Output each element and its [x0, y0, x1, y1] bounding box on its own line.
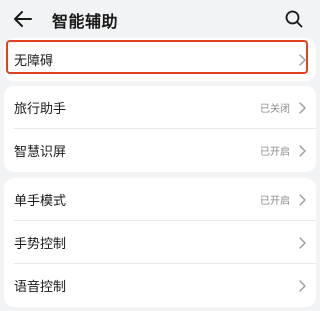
settings-item-label: 无障碍	[14, 54, 54, 69]
back-button[interactable]	[10, 7, 36, 31]
settings-item-one-hand-mode[interactable]: 单手模式 已开启	[4, 178, 316, 221]
settings-item-label: 单手模式	[14, 194, 67, 209]
settings-item-smart-screen[interactable]: 智慧识屏 已开启	[4, 129, 316, 172]
settings-item-status: 已关闭	[260, 104, 290, 115]
settings-item-label: 手势控制	[14, 237, 67, 252]
chevron-right-icon	[299, 144, 306, 157]
settings-card-controls: 单手模式 已开启 手势控制 语音控制	[4, 178, 316, 307]
settings-item-label: 智慧识屏	[14, 145, 67, 160]
chevron-right-icon	[299, 236, 306, 249]
settings-item-accessibility[interactable]: 无障碍	[4, 38, 316, 81]
chevron-right-icon	[299, 193, 306, 206]
settings-item-label: 旅行助手	[14, 102, 67, 117]
settings-card-assistant: 旅行助手 已关闭 智慧识屏 已开启	[4, 86, 316, 172]
settings-item-gesture-control[interactable]: 手势控制	[4, 221, 316, 264]
settings-item-status: 已开启	[260, 196, 290, 207]
settings-item-travel-assistant[interactable]: 旅行助手 已关闭	[4, 86, 316, 129]
search-icon	[285, 10, 303, 28]
app-header: 智能辅助	[0, 0, 320, 38]
search-button[interactable]	[282, 7, 306, 31]
chevron-right-icon	[299, 101, 306, 114]
chevron-right-icon	[299, 53, 306, 66]
settings-card-accessibility: 无障碍	[4, 38, 316, 81]
settings-item-label: 语音控制	[14, 280, 67, 295]
back-arrow-icon	[14, 11, 32, 27]
settings-item-voice-control[interactable]: 语音控制	[4, 264, 316, 307]
page-title: 智能辅助	[52, 12, 119, 31]
settings-item-status: 已开启	[260, 147, 290, 158]
chevron-right-icon	[299, 279, 306, 292]
